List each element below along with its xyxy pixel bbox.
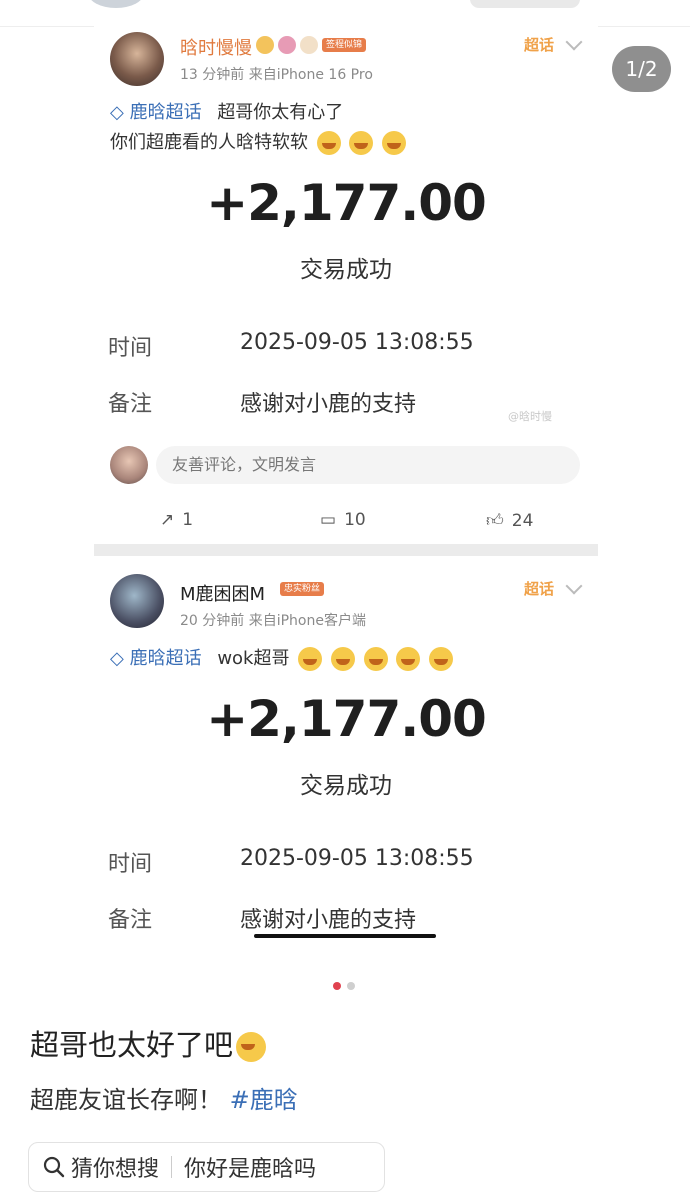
transaction-status: 交易成功: [300, 257, 392, 283]
transaction-amount: +2,177.00: [206, 174, 487, 232]
note-label: 备注: [108, 392, 153, 417]
gem-icon: [278, 36, 296, 54]
post-text-line2-content: 你们超鹿看的人晗特软软: [110, 132, 308, 153]
crown-icon: [256, 36, 274, 54]
separator: [171, 1156, 173, 1178]
topic-tag[interactable]: 鹿晗超话: [130, 102, 202, 123]
crying-emoji-icon: [330, 647, 355, 671]
crying-emoji-icon: [298, 647, 323, 671]
gem-icon: ◇: [110, 648, 124, 669]
user-badges: 签程似锦: [256, 36, 367, 54]
post-text-line1: wok超哥: [217, 648, 290, 669]
search-suggestion[interactable]: 你好是鹿晗吗: [184, 1151, 316, 1183]
post-text: ◇ 鹿晗超话 wok超哥: [110, 644, 454, 671]
transaction-status: 交易成功: [300, 773, 392, 799]
embedded-post-2: M鹿困困M 忠实粉丝 20 分钟前 来自iPhone客户端 超话 ◇ 鹿晗超话 …: [94, 556, 598, 956]
transaction-amount: +2,177.00: [206, 690, 487, 748]
share-icon: ↗: [160, 510, 175, 530]
emoji-icon: [300, 36, 318, 54]
gem-icon: ◇: [110, 102, 124, 123]
post-caption-line2: 超鹿友谊长存啊！ #鹿晗: [30, 1080, 298, 1115]
fan-badge: 忠实粉丝: [280, 582, 325, 596]
post-username[interactable]: M鹿困困M: [180, 580, 265, 606]
user-avatar[interactable]: [110, 574, 164, 628]
highlight-underline: [254, 934, 436, 938]
crying-emoji-icon: [363, 647, 388, 671]
share-count: 1: [182, 510, 194, 530]
note-label: 备注: [108, 908, 153, 933]
commenter-avatar[interactable]: [110, 446, 148, 484]
fan-badge: 签程似锦: [322, 38, 367, 52]
comment-count: 10: [344, 510, 366, 530]
post-text: ◇ 鹿晗超话 超哥你太有心了: [110, 98, 343, 124]
crying-emoji-icon: [396, 647, 421, 671]
top-strip: [0, 0, 690, 27]
comment-button[interactable]: ▭ 10: [320, 510, 366, 530]
crying-emoji-icon: [316, 131, 341, 155]
like-button[interactable]: 👍︎ 24: [486, 510, 534, 532]
thumbs-up-icon: 👍︎: [486, 511, 504, 531]
post-text-line1: 超哥你太有心了: [217, 102, 344, 123]
comment-input[interactable]: 友善评论，文明发言: [156, 446, 580, 484]
embedded-post-1: 晗时慢慢 签程似锦 13 分钟前 来自iPhone 16 Pro 超话 ◇ 鹿晗…: [94, 26, 598, 546]
avatar[interactable]: [88, 0, 144, 8]
follow-button[interactable]: [470, 0, 580, 8]
time-label: 时间: [108, 852, 153, 877]
post-meta: 20 分钟前 来自iPhone客户端: [180, 613, 366, 629]
time-value: 2025-09-05 13:08:55: [240, 330, 474, 355]
post-caption-line1: 超哥也太好了吧: [30, 1022, 267, 1064]
chaohua-label[interactable]: 超话: [524, 34, 554, 55]
image-viewer[interactable]: 晗时慢慢 签程似锦 13 分钟前 来自iPhone 16 Pro 超话 ◇ 鹿晗…: [94, 26, 598, 956]
share-button[interactable]: ↗ 1: [160, 510, 193, 530]
like-count: 24: [511, 510, 534, 531]
chevron-down-icon[interactable]: [565, 33, 583, 51]
user-badges: 忠实粉丝: [280, 582, 325, 596]
crying-emoji-icon: [382, 131, 407, 155]
caption-line2-text: 超鹿友谊长存啊！: [30, 1086, 222, 1114]
search-label: 猜你想搜: [71, 1157, 160, 1182]
post-meta: 13 分钟前 来自iPhone 16 Pro: [180, 67, 373, 83]
watermark: @晗时慢: [508, 410, 552, 423]
chevron-down-icon[interactable]: [565, 577, 583, 595]
carousel-dot[interactable]: [347, 982, 355, 990]
crying-emoji-icon: [349, 131, 374, 155]
comment-icon: ▭: [320, 510, 337, 530]
carousel-indicator: [333, 982, 355, 990]
post-username[interactable]: 晗时慢慢: [180, 34, 252, 60]
carousel-dot-active[interactable]: [333, 982, 341, 990]
hashtag-link[interactable]: #鹿晗: [230, 1086, 298, 1114]
time-value: 2025-09-05 13:08:55: [240, 846, 474, 871]
search-suggestion-chip[interactable]: 猜你想搜 你好是鹿晗吗: [28, 1142, 385, 1192]
post-divider: [94, 544, 598, 556]
note-value: 感谢对小鹿的支持: [240, 392, 417, 417]
user-avatar[interactable]: [110, 32, 164, 86]
note-value: 感谢对小鹿的支持: [240, 908, 417, 933]
search-icon: [43, 1156, 65, 1178]
image-page-counter: 1/2: [612, 46, 671, 92]
chaohua-label[interactable]: 超话: [524, 578, 554, 599]
crying-emoji-icon: [429, 647, 454, 671]
caption-line1-text: 超哥也太好了吧: [30, 1028, 234, 1062]
post-text-line2: 你们超鹿看的人晗特软软: [110, 128, 407, 155]
time-label: 时间: [108, 336, 153, 361]
topic-tag[interactable]: 鹿晗超话: [130, 648, 202, 669]
crying-emoji-icon: [236, 1032, 267, 1062]
